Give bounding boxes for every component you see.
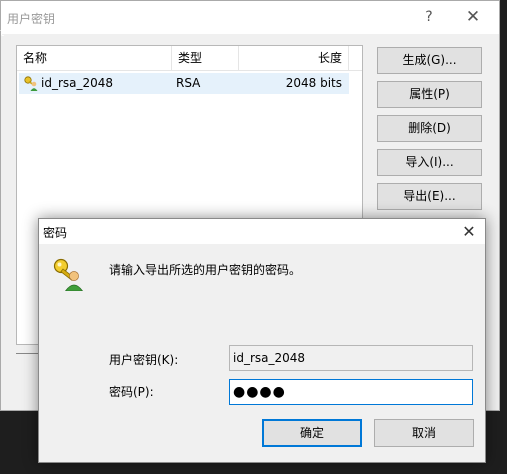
key-type-cell: RSA <box>176 76 201 90</box>
column-header-name[interactable]: 名称 <box>17 46 172 71</box>
key-list-row[interactable]: id_rsa_2048 RSA 2048 bits <box>19 73 349 94</box>
main-close-button[interactable]: ✕ <box>451 1 495 34</box>
password-dialog-close-button[interactable]: ✕ <box>453 219 485 244</box>
column-header-type[interactable]: 类型 <box>172 46 239 71</box>
help-button[interactable]: ? <box>407 1 451 34</box>
password-dialog-title: 密码 <box>43 226 68 240</box>
export-button[interactable]: 导出(E)... <box>377 183 482 210</box>
main-titlebar[interactable]: 用户密钥 ? ✕ <box>1 1 499 34</box>
generate-button[interactable]: 生成(G)... <box>377 47 482 74</box>
ok-button[interactable]: 确定 <box>262 419 362 447</box>
key-user-icon <box>53 258 83 291</box>
background-text: t <box>0 26 5 39</box>
password-input[interactable]: ●●●● <box>229 379 473 405</box>
key-name-cell: id_rsa_2048 <box>41 76 114 90</box>
user-key-label: 用户密钥(K): <box>109 353 179 367</box>
delete-button[interactable]: 删除(D) <box>377 115 482 142</box>
key-list-header: 名称 类型 长度 <box>17 46 362 71</box>
user-key-field: id_rsa_2048 <box>229 345 473 371</box>
column-header-length[interactable]: 长度 <box>239 46 349 71</box>
password-prompt-text: 请输入导出所选的用户密钥的密码。 <box>109 263 302 277</box>
divider <box>16 353 38 354</box>
cancel-button[interactable]: 取消 <box>374 419 474 447</box>
key-length-cell: 2048 bits <box>285 76 342 90</box>
import-button[interactable]: 导入(I)... <box>377 149 482 176</box>
main-window-title: 用户密钥 <box>7 12 56 26</box>
password-dialog: 密码 ✕ 请输入导出所选的用户密钥的密码。 用户密钥(K): id_rsa_20… <box>38 218 486 463</box>
key-user-icon <box>24 76 38 91</box>
properties-button[interactable]: 属性(P) <box>377 81 482 108</box>
password-dialog-titlebar[interactable]: 密码 ✕ <box>39 219 485 244</box>
password-label: 密码(P): <box>109 385 154 399</box>
